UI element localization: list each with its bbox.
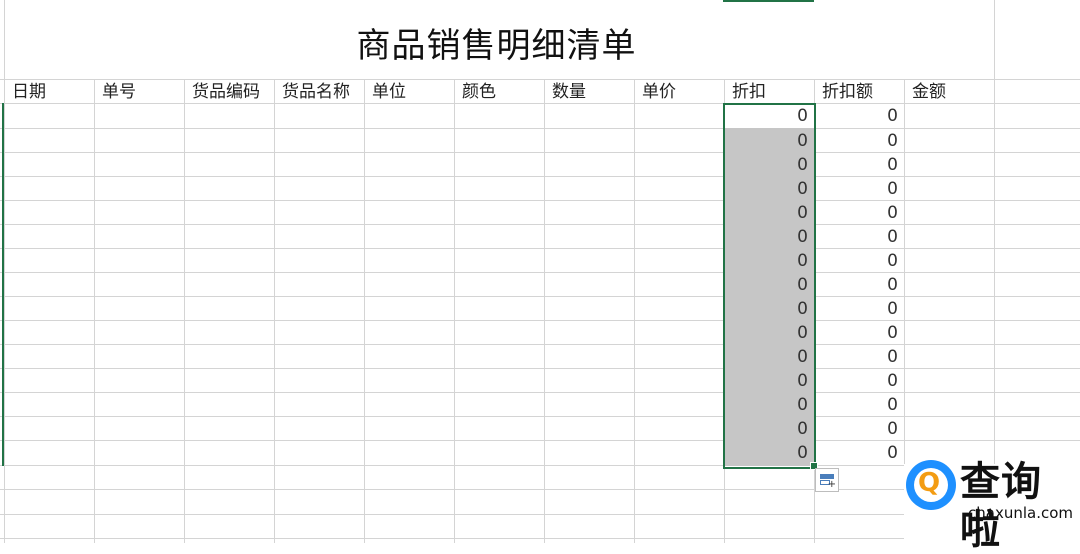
discount-amount-cell[interactable]: 0 — [814, 201, 904, 225]
discount-amount-cell[interactable]: 0 — [814, 441, 904, 465]
grid-row-line — [0, 128, 1080, 129]
grid-row-line — [0, 368, 1080, 369]
column-header-cell[interactable]: 货品编码 — [184, 80, 274, 104]
plus-icon: + — [827, 479, 836, 490]
discount-amount-cell[interactable]: 0 — [814, 225, 904, 249]
discount-amount-cell[interactable]: 0 — [814, 177, 904, 201]
spreadsheet-grid[interactable]: 商品销售明细清单 日期 单号 货品编码 货品名称 单位 颜色 数量 单价 折扣 折扣额 金额 — [0, 0, 1080, 543]
discount-amount-cell[interactable]: 0 — [814, 369, 904, 393]
column-header-cell[interactable]: 数量 — [544, 80, 634, 104]
selected-column-indicator — [723, 0, 814, 2]
watermark-logo-letter: Q — [918, 468, 941, 498]
discount-cell[interactable]: 0 — [724, 369, 814, 393]
grid-column-line — [544, 79, 545, 543]
discount-amount-cell[interactable]: 0 — [814, 129, 904, 153]
grid-row-line — [0, 440, 1080, 441]
column-header-cell[interactable]: 单号 — [94, 80, 184, 104]
discount-cell[interactable]: 0 — [724, 441, 814, 465]
grid-row-line — [0, 392, 1080, 393]
discount-cell[interactable]: 0 — [724, 345, 814, 369]
column-header-cell[interactable]: 货品名称 — [274, 80, 364, 104]
discount-cell[interactable]: 0 — [724, 201, 814, 225]
grid-column-line — [184, 79, 185, 543]
column-header-cell[interactable]: 颜色 — [454, 80, 544, 104]
grid-row-line — [0, 248, 1080, 249]
grid-row-line — [0, 320, 1080, 321]
discount-amount-cell[interactable]: 0 — [814, 393, 904, 417]
grid-column-line — [364, 79, 365, 543]
grid-column-line — [94, 79, 95, 543]
column-header-cell[interactable]: 单价 — [634, 80, 724, 104]
column-header-cell[interactable]: 单位 — [364, 80, 454, 104]
grid-column-line — [454, 79, 455, 543]
column-header-cell[interactable]: 日期 — [4, 80, 94, 104]
discount-cell[interactable]: 0 — [724, 321, 814, 345]
grid-row-line — [0, 272, 1080, 273]
discount-amount-cell[interactable]: 0 — [814, 297, 904, 321]
grid-row-line — [0, 296, 1080, 297]
grid-row-line — [0, 200, 1080, 201]
discount-cell[interactable]: 0 — [724, 273, 814, 297]
row-selection-indicator — [2, 103, 4, 466]
quick-analysis-button[interactable]: + — [815, 468, 839, 492]
grid-column-line — [634, 79, 635, 543]
column-header-cell[interactable]: 折扣额 — [814, 80, 904, 104]
discount-amount-cell[interactable]: 0 — [814, 104, 904, 128]
discount-cell[interactable]: 0 — [724, 417, 814, 441]
discount-cell[interactable]: 0 — [724, 225, 814, 249]
discount-cell[interactable]: 0 — [724, 297, 814, 321]
discount-amount-cell[interactable]: 0 — [814, 153, 904, 177]
discount-amount-cell[interactable]: 0 — [814, 321, 904, 345]
grid-row-line — [0, 344, 1080, 345]
discount-cell[interactable]: 0 — [724, 104, 814, 128]
discount-amount-cell[interactable]: 0 — [814, 417, 904, 441]
sheet-title: 商品销售明细清单 — [356, 26, 637, 66]
discount-cell[interactable]: 0 — [724, 249, 814, 273]
discount-cell[interactable]: 0 — [724, 129, 814, 153]
discount-cell[interactable]: 0 — [724, 393, 814, 417]
grid-column-line — [274, 79, 275, 543]
grid-row-line — [0, 176, 1080, 177]
grid-row-line — [0, 152, 1080, 153]
column-header-cell[interactable]: 折扣 — [724, 80, 814, 104]
watermark-url: chaxunla.com — [968, 504, 1073, 522]
grid-row-line — [0, 224, 1080, 225]
column-header-cell[interactable]: 金额 — [904, 80, 994, 104]
grid-row-line — [0, 416, 1080, 417]
discount-amount-cell[interactable]: 0 — [814, 273, 904, 297]
discount-cell[interactable]: 0 — [724, 153, 814, 177]
discount-amount-cell[interactable]: 0 — [814, 249, 904, 273]
watermark-logo: Q — [906, 460, 956, 510]
discount-amount-cell[interactable]: 0 — [814, 345, 904, 369]
discount-cell[interactable]: 0 — [724, 177, 814, 201]
